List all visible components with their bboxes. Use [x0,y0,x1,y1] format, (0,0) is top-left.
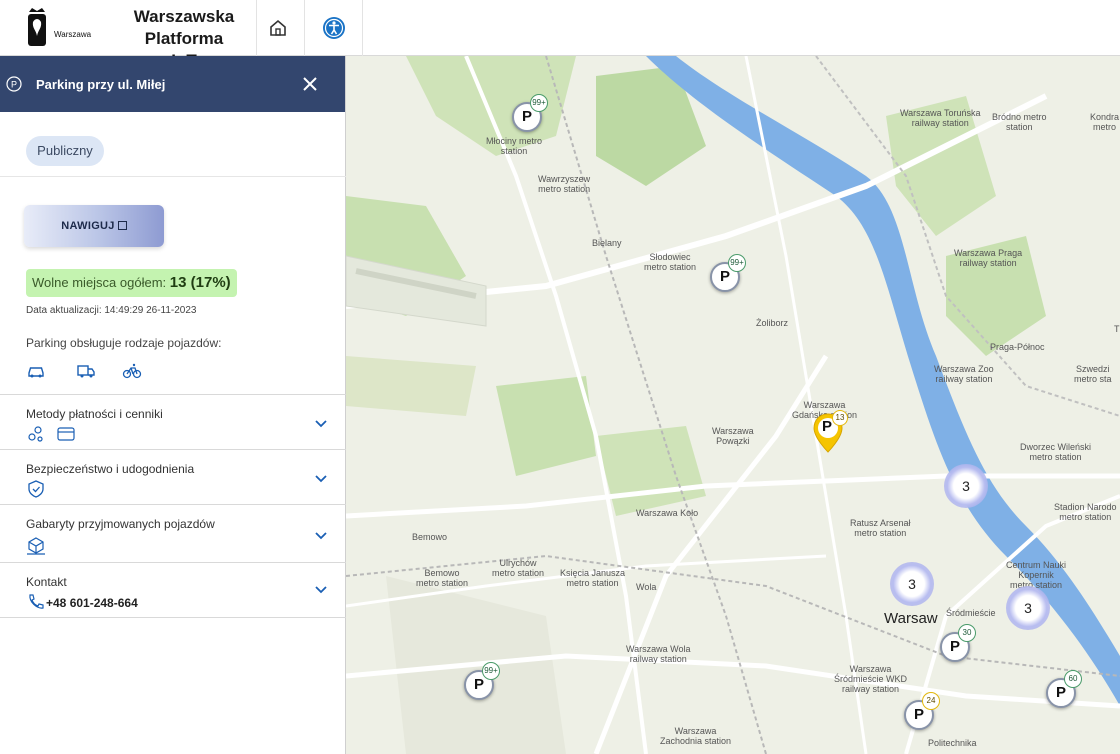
map-label: Warszawa Zachodnia station [660,726,732,746]
vehicle-types-label: Parking obsługuje rodzaje pojazdów: [26,336,222,350]
pin-count-badge: 99+ [728,254,746,272]
map-label: Kondra metro [1090,112,1120,132]
contact-phone[interactable]: +48 601-248-664 [46,596,138,610]
map-label: Szwedzi metro sta [1074,364,1112,384]
truck-icon [77,365,95,378]
map-label: Wola [636,582,657,592]
accordion-payment-methods[interactable]: Metody płatności i cenniki [0,394,346,450]
map-label: Młociny metro station [486,136,543,156]
map-label: Warszawa Powązki [712,426,754,446]
map-label: Wawrzyszew metro station [538,174,591,194]
map-cluster[interactable]: 3 [890,562,934,606]
pin-count-badge: 60 [1064,670,1082,688]
parking-icon: P [6,76,22,92]
pin-count-badge: 30 [958,624,976,642]
map-label: Warszawa Koło [636,508,699,518]
external-link-icon [117,221,127,230]
accessibility-icon [323,17,345,39]
parking-pin[interactable]: P 30 [940,624,976,662]
map-label: Bemowo metro station [416,568,469,588]
header-separator [304,0,305,56]
home-icon [270,19,286,36]
svg-text:P: P [11,80,17,90]
coins-icon [28,426,43,442]
accordion-vehicle-dimensions[interactable]: Gabaryty przyjmowanych pojazdów [0,504,346,562]
map-label: Słodowiec metro station [644,252,697,272]
pin-count-badge: 13 [832,410,848,426]
chevron-down-icon [315,420,327,428]
chevron-down-icon [315,475,327,483]
header-separator [362,0,363,56]
map-label: Księcia Janusza metro station [560,568,626,588]
shield-icon [28,480,44,498]
map-label: Bielany [592,238,622,248]
map-label: Ratusz Arsenał metro station [850,518,911,538]
coat-of-arms-icon [28,8,46,46]
map-view[interactable]: Młociny metro station Wawrzyszew metro sta… [346,56,1120,754]
parking-pin[interactable]: P 99+ [710,254,746,292]
navigate-button[interactable]: NAWIGUJ [24,205,164,247]
map-label: Praga-Północ [990,342,1045,352]
chevron-down-icon [315,532,327,540]
chevron-down-icon [315,586,327,594]
panel-header: P Parking przy ul. Miłej [0,56,345,112]
accordion-safety-amenities[interactable]: Bezpieczeństwo i udogodnienia [0,449,346,505]
parking-details-panel: P Parking przy ul. Miłej Publiczny NAWIG… [0,56,346,754]
card-icon [57,427,75,441]
map-label: Żoliborz [756,318,789,328]
update-timestamp: Data aktualizacji: 14:49:29 26-11-2023 [26,305,197,316]
parking-pin[interactable]: P 99+ [512,94,548,132]
map-label: Dworzec Wileński metro station [1020,442,1092,462]
map-label: Warszawa Śródmieście WKD railway station [834,664,908,694]
map-label: Politechnika [928,738,977,748]
accessibility-button[interactable] [318,12,350,44]
map-label: T [1114,324,1120,334]
map-label: Warszawa Praga railway station [954,248,1023,268]
access-type-badge: Publiczny [26,136,104,166]
bicycle-icon [122,363,142,379]
divider [0,176,346,177]
map-cluster[interactable]: 3 [944,464,988,508]
phone-icon [29,594,44,609]
car-icon [28,367,44,378]
map-base-layer [346,56,1120,754]
map-label: Centrum Nauki Kopernik metro station [1006,560,1067,590]
map-label: Bródno metro station [992,112,1047,132]
map-label: Bemowo [412,532,448,542]
parking-pin[interactable]: P 99+ [464,662,500,700]
logo-text: Warszawa [54,30,92,39]
parking-pin[interactable]: P 24 [904,692,940,730]
free-spaces-indicator: Wolne miejsca ogółem: 13 (17%) [26,269,237,297]
pin-count-badge: 99+ [482,662,500,680]
pin-count-badge: 24 [922,692,940,710]
pin-count-badge: 99+ [530,94,548,112]
free-spaces-value: 13 (17%) [169,274,231,291]
home-button[interactable] [264,14,292,42]
header-separator [256,0,257,56]
map-label: Warszawa Zoo railway station [934,364,994,384]
close-panel-button[interactable] [298,72,322,96]
map-label-city: Warsaw [884,610,938,627]
map-cluster[interactable]: 3 [1006,586,1050,630]
map-label: Warszawa Wola railway station [626,644,691,664]
accordion-contact[interactable]: Kontakt +48 601-248-664 [0,562,346,618]
map-label: Stadion Narodo metro station [1054,502,1117,522]
selected-parking-marker[interactable]: P 13 [812,410,852,456]
map-label: Warszawa Toruńska railway station [900,108,981,128]
box-icon [27,537,45,555]
close-icon [303,77,317,91]
app-header: Warszawa Warszawska Platforma IoT [0,0,1120,70]
parking-pin[interactable]: P 60 [1046,670,1082,708]
map-label: Ulrychów metro station [492,558,545,578]
map-label: Śródmieście [946,608,996,618]
panel-title: Parking przy ul. Miłej [36,77,166,92]
